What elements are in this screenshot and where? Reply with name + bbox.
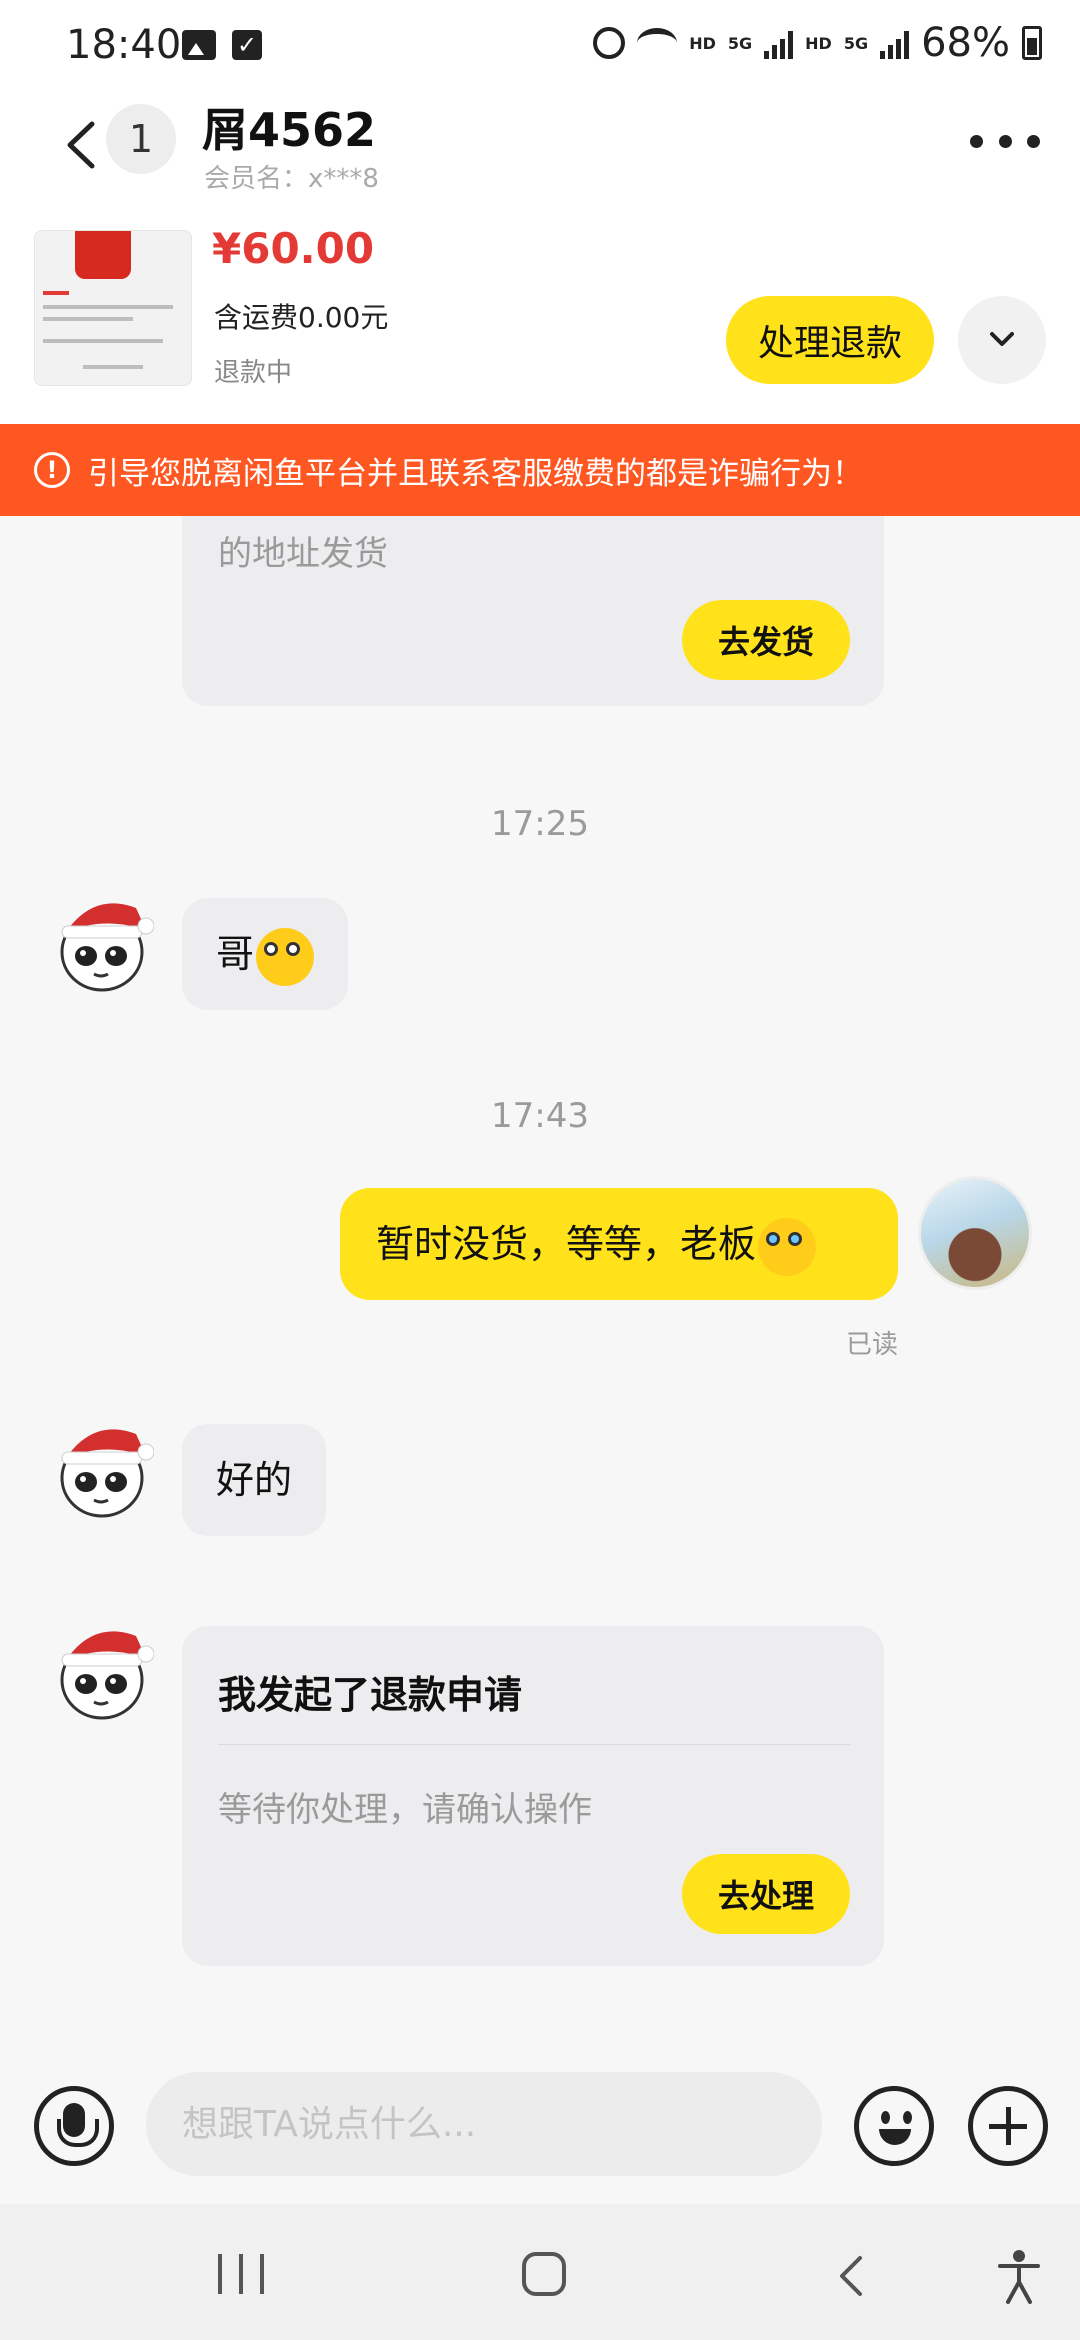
emoji-icon[interactable] (854, 2086, 934, 2166)
message-input[interactable] (146, 2072, 822, 2176)
santa-hat-avatar[interactable] (54, 1412, 154, 1522)
santa-hat-avatar[interactable] (54, 1614, 154, 1724)
card-title: 我发起了退款申请 (218, 1673, 523, 1717)
product-card[interactable]: ¥60.00 含运费0.00元 退款中 处理退款 (0, 202, 1080, 424)
expand-button[interactable] (958, 296, 1046, 384)
surprised-emoji-icon (256, 927, 315, 986)
card-description: 的地址发货 (218, 534, 388, 574)
accessibility-icon[interactable] (994, 2248, 1044, 2304)
recents-icon[interactable] (218, 2254, 264, 2294)
status-indicators: HD 5G HD 5G 68% (593, 20, 1042, 66)
crying-emoji-icon (758, 1217, 817, 1276)
message-bubble-own[interactable]: 暂时没货，等等，老板 (340, 1188, 898, 1300)
battery-percentage: 68% (921, 20, 1010, 66)
wifi-icon (637, 28, 678, 58)
ship-button[interactable]: 去发货 (682, 600, 850, 680)
message-text: 暂时没货，等等，老板 (376, 1222, 757, 1266)
image-icon (182, 30, 216, 60)
nav-back-icon[interactable] (826, 2250, 878, 2302)
check-icon: ✓ (232, 30, 262, 60)
warning-text: 引导您脱离闲鱼平台并且联系客服缴费的都是诈骗行为！ (88, 455, 863, 492)
card-divider (218, 1744, 850, 1745)
read-status: 已读 (846, 1330, 899, 1360)
santa-hat-avatar[interactable] (54, 886, 154, 996)
network-type-label: 5G (727, 33, 753, 53)
hd-tag: HD (805, 33, 832, 53)
card-description: 等待你处理，请确认操作 (218, 1790, 592, 1830)
product-thumbnail[interactable] (34, 230, 192, 386)
product-status: 退款中 (214, 358, 293, 388)
signal-icon (880, 27, 910, 59)
timestamp: 17:25 (491, 804, 589, 844)
product-shipping: 含运费0.00元 (214, 301, 389, 334)
hd-tag: HD (689, 33, 716, 53)
chat-header: 1 屑4562 会员名：x***8 (0, 92, 1080, 202)
chevron-down-icon (990, 331, 1014, 346)
signal-icon (764, 27, 794, 59)
unread-count-badge[interactable]: 1 (106, 104, 176, 174)
status-time: 18:40 (66, 22, 182, 68)
message-bubble[interactable]: 哥 (182, 898, 349, 1010)
warning-icon: ! (34, 452, 70, 488)
user-avatar[interactable] (918, 1176, 1032, 1290)
product-price: ¥60.00 (212, 224, 375, 273)
fraud-warning-banner: ! 引导您脱离闲鱼平台并且联系客服缴费的都是诈骗行为！ (0, 424, 1080, 516)
handle-refund-button[interactable]: 处理退款 (726, 296, 934, 384)
battery-icon (1022, 26, 1042, 60)
refund-request-card: 我发起了退款申请 等待你处理，请确认操作 去处理 (182, 1626, 884, 1966)
more-dots-icon[interactable] (970, 128, 1040, 154)
microphone-icon[interactable] (34, 2086, 114, 2166)
chat-area[interactable]: 的地址发货 去发货 17:25 哥 17:43 暂时没货，等等，老板 已读 好的 (0, 516, 1080, 2072)
plus-icon[interactable] (968, 2086, 1048, 2166)
shipping-card: 的地址发货 去发货 (182, 516, 884, 706)
home-icon[interactable] (522, 2252, 566, 2296)
system-nav-bar (0, 2204, 1080, 2340)
member-name: 会员名：x***8 (204, 164, 379, 194)
input-bar (0, 2072, 1080, 2204)
message-text: 哥 (216, 932, 255, 976)
chat-title: 屑4562 (202, 103, 377, 157)
status-bar: 18:40 ✓ HD 5G HD 5G 68% (0, 0, 1080, 92)
message-bubble[interactable]: 好的 (182, 1424, 327, 1536)
message-text: 好的 (216, 1458, 293, 1502)
network-type-label: 5G (843, 33, 869, 53)
timestamp: 17:43 (491, 1096, 589, 1136)
alarm-icon (593, 27, 626, 59)
process-button[interactable]: 去处理 (682, 1854, 850, 1934)
